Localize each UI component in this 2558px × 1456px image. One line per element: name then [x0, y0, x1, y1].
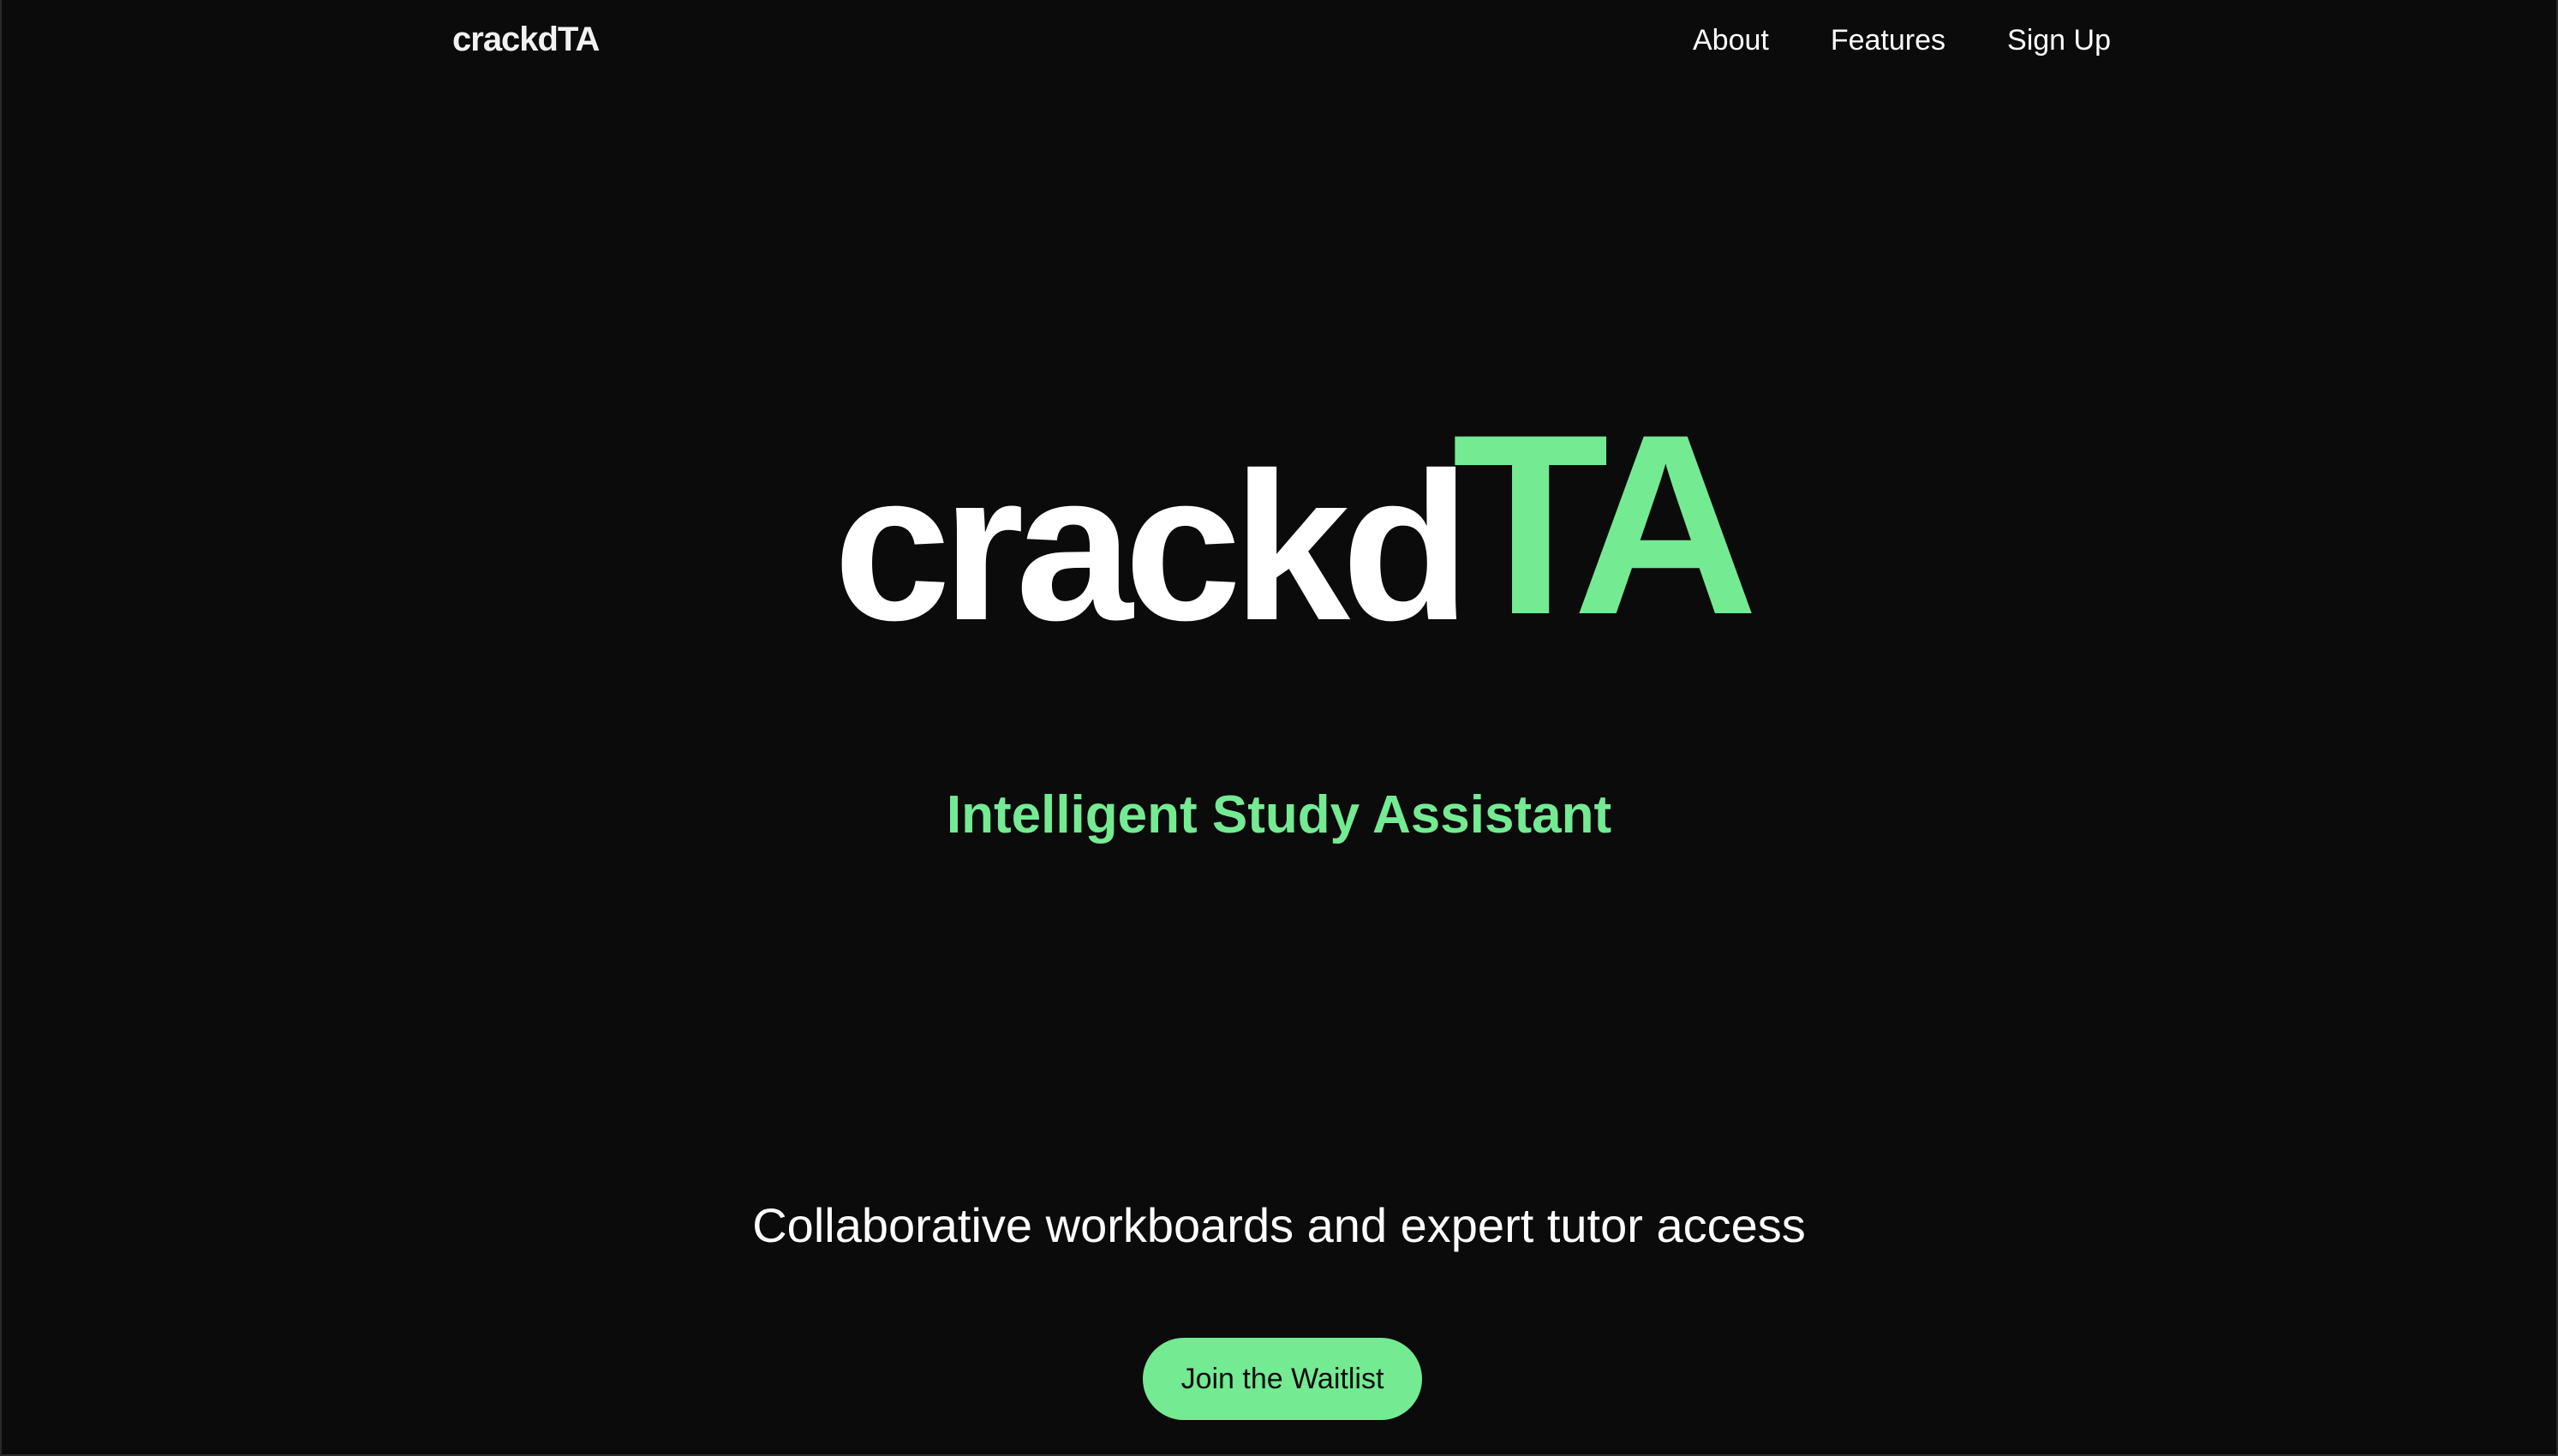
top-nav: crackdTA About Features Sign Up — [0, 0, 2558, 86]
hero-subtitle: Intelligent Study Assistant — [946, 785, 1612, 844]
nav-link-about[interactable]: About — [1693, 24, 1769, 57]
hero-logo: crackd TA — [0, 396, 2558, 666]
hero-logo-main-text: crackd — [834, 429, 1470, 665]
hero-logo-wordmark: crackd TA — [834, 396, 1759, 666]
hero-tagline: Collaborative workboards and expert tuto… — [752, 1198, 1806, 1252]
nav-links: About Features Sign Up — [1693, 24, 2111, 57]
nav-link-sign-up[interactable]: Sign Up — [2007, 24, 2111, 57]
join-waitlist-button[interactable]: Join the Waitlist — [1143, 1338, 1422, 1420]
nav-link-features[interactable]: Features — [1831, 24, 1945, 57]
brand-logo-link[interactable]: crackdTA — [452, 21, 600, 59]
hero-logo-accent-text: TA — [1452, 380, 1759, 668]
